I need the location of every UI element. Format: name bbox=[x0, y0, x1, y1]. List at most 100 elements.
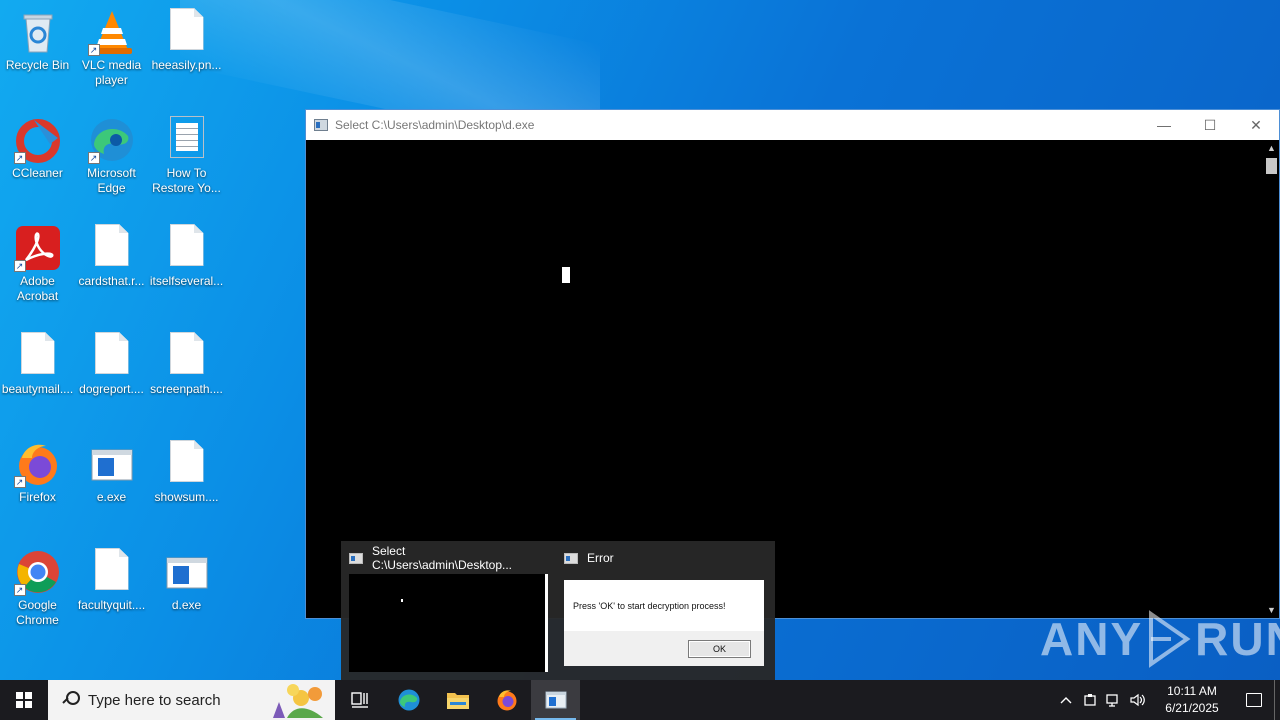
acrobat-icon: ↗ bbox=[13, 224, 62, 272]
vlc-icon: ↗ bbox=[87, 8, 136, 56]
desktop-icon-dogreport[interactable]: dogreport.... bbox=[74, 326, 149, 397]
desktop-icon-label: d.exe bbox=[171, 598, 202, 612]
search-placeholder: Type here to search bbox=[88, 691, 221, 709]
notification-icon bbox=[1246, 693, 1262, 707]
desktop-icon-d-exe[interactable]: d.exe bbox=[149, 542, 224, 613]
thumbnail-console[interactable]: Select C:\Users\admin\Desktop... bbox=[341, 541, 556, 680]
desktop-icon-recycle-bin[interactable]: Recycle Bin bbox=[0, 2, 75, 73]
windows-logo-icon bbox=[16, 692, 32, 708]
vertical-scrollbar[interactable]: ▲ ▼ bbox=[1264, 140, 1279, 618]
search-icon bbox=[60, 690, 80, 710]
network-icon[interactable] bbox=[1102, 680, 1126, 720]
security-app-icon[interactable] bbox=[1078, 680, 1102, 720]
system-tray: 10:11 AM 6/21/2025 bbox=[1054, 680, 1280, 720]
taskbar-file-explorer-button[interactable] bbox=[433, 680, 482, 720]
desktop-icon-label: How To Restore Yo... bbox=[152, 166, 221, 195]
desktop-icon-google-chrome[interactable]: ↗ Google Chrome bbox=[0, 542, 75, 628]
desktop-icon-firefox[interactable]: ↗ Firefox bbox=[0, 434, 75, 505]
show-hidden-icons-chevron-up-icon[interactable] bbox=[1054, 680, 1078, 720]
desktop-icon-label: e.exe bbox=[96, 490, 127, 504]
desktop-icon-how-to-restore[interactable]: How To Restore Yo... bbox=[149, 110, 224, 196]
clock-time: 10:11 AM bbox=[1167, 684, 1217, 698]
shortcut-arrow-icon: ↗ bbox=[13, 260, 26, 272]
maximize-button[interactable]: ☐ bbox=[1187, 110, 1233, 140]
exe-icon bbox=[163, 548, 211, 596]
search-highlight-flowers-icon bbox=[273, 684, 323, 718]
file-icon bbox=[163, 224, 211, 272]
search-box[interactable]: Type here to search bbox=[48, 680, 335, 720]
console-titlebar[interactable]: Select C:\Users\admin\Desktop\d.exe — ☐ … bbox=[306, 110, 1279, 140]
taskbar-console-button[interactable] bbox=[531, 680, 580, 720]
volume-icon[interactable] bbox=[1126, 680, 1150, 720]
taskbar-firefox-button[interactable] bbox=[482, 680, 531, 720]
console-window-title: Select C:\Users\admin\Desktop\d.exe bbox=[335, 118, 535, 132]
console-icon bbox=[545, 691, 566, 709]
text-file-icon bbox=[163, 116, 211, 164]
error-message: Press 'OK' to start decryption process! bbox=[573, 601, 726, 611]
taskbar: Type here to search 10:11 AM 6/21/2025 bbox=[0, 680, 1280, 720]
file-icon bbox=[163, 8, 211, 56]
desktop-icon-screenpath[interactable]: screenpath.... bbox=[149, 326, 224, 397]
ok-button[interactable]: OK bbox=[688, 640, 751, 658]
watermark-text-right: RUN bbox=[1195, 613, 1280, 665]
error-dialog-preview: Press 'OK' to start decryption process! … bbox=[564, 580, 764, 666]
anyrun-watermark: ANY RUN bbox=[1040, 610, 1280, 668]
desktop-icon-label: screenpath.... bbox=[150, 382, 223, 396]
desktop-icon-label: Firefox bbox=[19, 490, 56, 504]
desktop-icon-label: showsum.... bbox=[154, 490, 219, 504]
file-icon bbox=[163, 332, 211, 380]
start-button[interactable] bbox=[0, 680, 48, 720]
thumbnail-console-title: Select C:\Users\admin\Desktop... bbox=[371, 544, 512, 572]
file-icon bbox=[88, 548, 136, 596]
desktop-icon-microsoft-edge[interactable]: ↗ Microsoft Edge bbox=[74, 110, 149, 196]
desktop-icon-e-exe[interactable]: e.exe bbox=[74, 434, 149, 505]
text-cursor bbox=[562, 267, 570, 283]
firefox-icon bbox=[497, 690, 516, 711]
firefox-icon: ↗ bbox=[13, 440, 62, 488]
desktop-icon-label: cardsthat.r... bbox=[78, 274, 145, 288]
shortcut-arrow-icon: ↗ bbox=[87, 44, 100, 56]
file-icon bbox=[88, 224, 136, 272]
desktop-icon-facultyquit[interactable]: facultyquit.... bbox=[74, 542, 149, 613]
taskbar-edge-button[interactable] bbox=[384, 680, 433, 720]
dialog-icon bbox=[564, 552, 578, 564]
watermark-text-left: ANY bbox=[1040, 613, 1144, 665]
file-icon bbox=[163, 440, 211, 488]
close-button[interactable]: ✕ bbox=[1233, 110, 1279, 140]
desktop-icon-showsum[interactable]: showsum.... bbox=[149, 434, 224, 505]
desktop-icon-cardsthat[interactable]: cardsthat.r... bbox=[74, 218, 149, 289]
file-icon bbox=[88, 332, 136, 380]
edge-icon: ↗ bbox=[87, 116, 136, 164]
notifications-button[interactable] bbox=[1234, 680, 1274, 720]
desktop-icon-label: heeasily.pn... bbox=[151, 58, 222, 72]
desktop-icon-label: Adobe Acrobat bbox=[16, 274, 59, 303]
desktop-icon-beautymail[interactable]: beautymail.... bbox=[0, 326, 75, 397]
desktop-icon-label: Microsoft Edge bbox=[87, 166, 136, 195]
taskbar-thumbnail-popup: Select C:\Users\admin\Desktop... Error P… bbox=[341, 541, 775, 680]
file-explorer-icon bbox=[446, 693, 469, 709]
desktop: Recycle Bin ↗ CCleaner ↗ Adobe Acrobat b… bbox=[0, 0, 1280, 680]
recycle-bin-icon bbox=[14, 8, 62, 56]
desktop-icon-adobe-acrobat[interactable]: ↗ Adobe Acrobat bbox=[0, 218, 75, 304]
scroll-up-icon[interactable]: ▲ bbox=[1264, 140, 1279, 156]
shortcut-arrow-icon: ↗ bbox=[13, 152, 26, 164]
desktop-icon-itselfseveral[interactable]: itselfseveral... bbox=[149, 218, 224, 289]
thumbnail-error-dialog[interactable]: Error Press 'OK' to start decryption pro… bbox=[556, 541, 775, 680]
task-view-button[interactable] bbox=[335, 680, 384, 720]
desktop-icon-heeasily[interactable]: heeasily.pn... bbox=[149, 2, 224, 73]
desktop-icon-label: beautymail.... bbox=[1, 382, 74, 396]
task-view-icon bbox=[350, 692, 368, 708]
ccleaner-icon: ↗ bbox=[13, 116, 62, 164]
desktop-icon-label: facultyquit.... bbox=[77, 598, 146, 612]
show-desktop-button[interactable] bbox=[1274, 680, 1280, 720]
file-icon bbox=[14, 332, 62, 380]
desktop-icon-label: itselfseveral... bbox=[149, 274, 224, 288]
desktop-icon-vlc[interactable]: ↗ VLC media player bbox=[74, 2, 149, 88]
console-icon bbox=[349, 552, 363, 564]
taskbar-clock[interactable]: 10:11 AM 6/21/2025 bbox=[1156, 683, 1228, 717]
shortcut-arrow-icon: ↗ bbox=[13, 476, 26, 488]
edge-icon bbox=[398, 689, 419, 711]
desktop-icon-ccleaner[interactable]: ↗ CCleaner bbox=[0, 110, 75, 181]
minimize-button[interactable]: — bbox=[1141, 110, 1187, 140]
scroll-thumb[interactable] bbox=[1266, 158, 1277, 174]
